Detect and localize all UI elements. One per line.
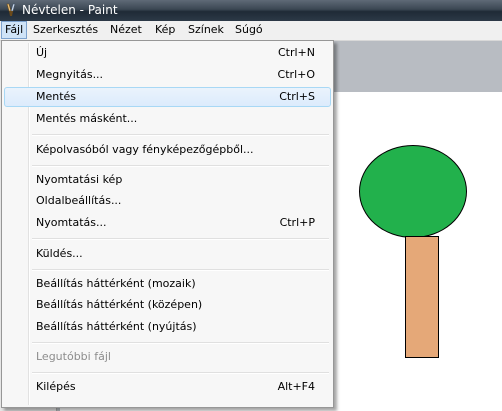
menu-item-label: Legutóbbi fájl bbox=[36, 350, 111, 363]
menu-item-label: Küldés... bbox=[36, 247, 83, 260]
file-menu-dropdown: Új Ctrl+N Megnyitás... Ctrl+O Mentés Ctr… bbox=[1, 40, 334, 408]
menu-item-shortcut: Ctrl+P bbox=[279, 216, 315, 229]
menu-item-shortcut: Ctrl+O bbox=[277, 68, 315, 81]
window-title: Névtelen - Paint bbox=[22, 3, 118, 17]
menu-item-shortcut: Ctrl+S bbox=[279, 90, 315, 103]
menu-separator bbox=[32, 372, 329, 374]
menu-item-label: Mentés másként... bbox=[36, 112, 138, 125]
menu-item-label: Nyomtatási kép bbox=[36, 173, 123, 186]
menu-item-wallpaper-stretch[interactable]: Beállítás háttérként (nyújtás) bbox=[4, 317, 331, 337]
menu-item-label: Beállítás háttérként (középen) bbox=[36, 298, 203, 311]
menu-item-save-as[interactable]: Mentés másként... bbox=[4, 109, 331, 129]
menu-item-label: Nyomtatás... bbox=[36, 216, 107, 229]
menu-item-label: Oldalbeállítás... bbox=[36, 194, 122, 207]
menu-separator bbox=[32, 342, 329, 344]
menu-item-label: Képolvasóból vagy fényképezőgépből... bbox=[36, 143, 254, 156]
menu-separator bbox=[32, 269, 329, 271]
menu-item-label: Mentés bbox=[36, 90, 77, 103]
menu-item-save[interactable]: Mentés Ctrl+S bbox=[4, 87, 331, 107]
menu-item-label: Megnyitás... bbox=[36, 68, 104, 81]
menu-item-label: Új bbox=[36, 46, 48, 59]
menu-item-label: Beállítás háttérként (mozaik) bbox=[36, 277, 196, 290]
menu-item-shortcut: Alt+F4 bbox=[277, 380, 315, 393]
title-bar[interactable]: Névtelen - Paint bbox=[0, 0, 502, 21]
menu-item-wallpaper-tile[interactable]: Beállítás háttérként (mozaik) bbox=[4, 274, 331, 294]
menu-item-page-setup[interactable]: Oldalbeállítás... bbox=[4, 191, 331, 211]
menu-separator bbox=[32, 134, 329, 136]
menu-item-open[interactable]: Megnyitás... Ctrl+O bbox=[4, 65, 331, 85]
menu-item-print[interactable]: Nyomtatás... Ctrl+P bbox=[4, 213, 331, 233]
menu-item-exit[interactable]: Kilépés Alt+F4 bbox=[4, 377, 331, 397]
menu-item-shortcut: Ctrl+N bbox=[277, 46, 315, 59]
menu-item-recent-file: Legutóbbi fájl bbox=[4, 347, 331, 367]
menu-item-new[interactable]: Új Ctrl+N bbox=[4, 43, 331, 63]
menu-item-label: Beállítás háttérként (nyújtás) bbox=[36, 320, 197, 333]
menu-item-from-scanner[interactable]: Képolvasóból vagy fényképezőgépből... bbox=[4, 140, 331, 160]
menu-item-label: Kilépés bbox=[36, 380, 76, 393]
menu-separator bbox=[32, 238, 329, 240]
menu-separator bbox=[32, 165, 329, 167]
menu-item-send[interactable]: Küldés... bbox=[4, 244, 331, 264]
menu-item-print-preview[interactable]: Nyomtatási kép bbox=[4, 170, 331, 190]
tree-trunk-shape bbox=[405, 236, 439, 358]
menu-help[interactable]: Súgó bbox=[232, 22, 266, 38]
menu-item-wallpaper-center[interactable]: Beállítás háttérként (középen) bbox=[4, 295, 331, 315]
menu-colors[interactable]: Színek bbox=[185, 22, 227, 38]
paint-brush-icon bbox=[6, 3, 16, 16]
menu-bar: Fájl Szerkesztés Nézet Kép Színek Súgó bbox=[0, 21, 502, 41]
menu-view[interactable]: Nézet bbox=[107, 22, 145, 38]
menu-edit[interactable]: Szerkesztés bbox=[30, 22, 101, 38]
menu-file[interactable]: Fájl bbox=[1, 21, 28, 39]
menu-image[interactable]: Kép bbox=[152, 22, 178, 38]
tree-crown-shape bbox=[359, 145, 467, 238]
